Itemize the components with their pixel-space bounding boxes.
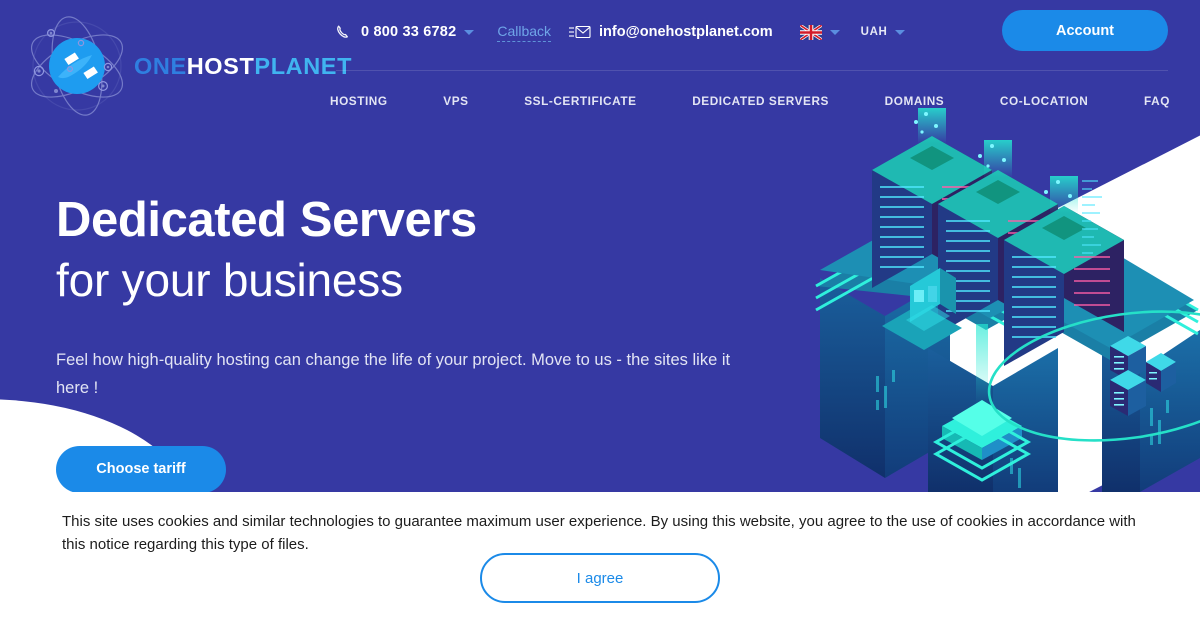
page-title-line2: for your business	[56, 254, 403, 306]
chevron-down-icon[interactable]	[464, 29, 475, 35]
nav-item-dedicated-servers[interactable]: DEDICATED SERVERS	[692, 94, 829, 108]
globe-orbit-icon	[18, 7, 136, 125]
hero-subtitle: Feel how high-quality hosting can change…	[56, 351, 731, 398]
phone-number[interactable]: 0 800 33 6782	[361, 24, 456, 40]
site-logo[interactable]: ONEHOSTPLANET	[18, 6, 351, 126]
callback-link[interactable]: Callback	[497, 23, 552, 42]
account-button[interactable]: Account	[1002, 10, 1168, 51]
page-root: ONEHOSTPLANET 0 800 33 6782 Callback inf…	[0, 0, 1200, 634]
top-bar: ONEHOSTPLANET 0 800 33 6782 Callback inf…	[0, 0, 1200, 116]
currency-value[interactable]: UAH	[861, 26, 888, 38]
main-navigation: HOSTING VPS SSL-CERTIFICATE DEDICATED SE…	[330, 88, 1170, 114]
hero-illustration	[810, 108, 1200, 492]
logo-text-one: ONE	[134, 52, 187, 79]
contact-bar: 0 800 33 6782 Callback info@onehostplane…	[336, 18, 906, 46]
envelope-icon	[569, 25, 591, 39]
page-title-line1: Dedicated Servers	[56, 193, 477, 247]
nav-item-vps[interactable]: VPS	[443, 94, 468, 108]
flag-chevron-down-icon[interactable]	[829, 29, 840, 35]
currency-chevron-down-icon[interactable]	[895, 29, 906, 35]
email-address[interactable]: info@onehostplanet.com	[599, 24, 773, 40]
nav-item-ssl-certificate[interactable]: SSL-CERTIFICATE	[524, 94, 636, 108]
united-kingdom-flag-icon[interactable]	[799, 24, 822, 40]
header-divider	[336, 70, 1168, 71]
choose-tariff-button[interactable]: Choose tariff	[56, 445, 226, 492]
nav-item-domains[interactable]: DOMAINS	[885, 94, 945, 108]
hero-section: ONEHOSTPLANET 0 800 33 6782 Callback inf…	[0, 0, 1200, 492]
hero-content: Dedicated Servers for your business Feel…	[56, 196, 816, 492]
nav-item-faq[interactable]: FAQ	[1144, 94, 1170, 108]
cookie-banner-text: This site uses cookies and similar techn…	[62, 513, 1136, 553]
logo-text-host: HOST	[186, 52, 255, 79]
logo-text-planet: PLANET	[254, 52, 353, 79]
phone-handset-icon	[336, 23, 354, 41]
logo-wordmark: ONEHOSTPLANET	[134, 53, 352, 80]
page-title: Dedicated Servers for your business	[56, 193, 816, 306]
nav-item-co-location[interactable]: CO-LOCATION	[1000, 94, 1088, 108]
nav-item-hosting[interactable]: HOSTING	[330, 94, 388, 108]
i-agree-button[interactable]: I agree	[480, 553, 720, 603]
